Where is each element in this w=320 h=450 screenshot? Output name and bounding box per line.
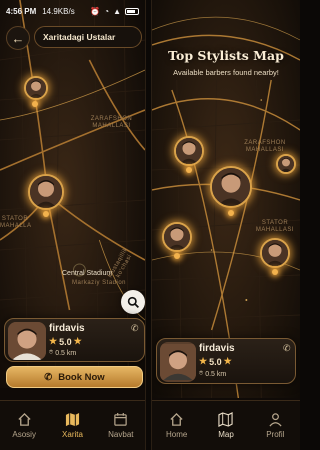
avatar: [26, 78, 46, 98]
avatar: [176, 138, 202, 164]
barber-name: firdavis: [49, 323, 85, 334]
barber-photo: [160, 342, 196, 382]
star-icon: ★: [73, 336, 82, 346]
barber-name: firdavis: [199, 343, 235, 354]
barber-pin[interactable]: [276, 154, 296, 174]
home-icon: [170, 412, 183, 426]
nav-label: Navbat: [108, 430, 134, 439]
right-screen: Top Stylists Map Available barbers found…: [151, 0, 300, 450]
bottom-nav: Home Map Profil: [152, 400, 300, 450]
star-icon: ★: [199, 356, 208, 366]
barber-pin[interactable]: [162, 222, 192, 252]
pin-marker: [186, 167, 192, 173]
map-label-district: ZARAFSHON MAHALLASI: [90, 116, 133, 129]
nav-item-home[interactable]: Home: [152, 401, 201, 450]
book-now-label: Book Now: [58, 371, 105, 383]
avatar: [278, 156, 294, 172]
arrow-left-icon: ←: [11, 30, 25, 46]
pin-marker: [43, 211, 49, 217]
avatar: [262, 240, 288, 266]
alarm-icon: ⏰: [90, 6, 101, 16]
status-bar: 4:56 PM 14.9KB/s ⏰ ◔ ▲: [0, 0, 145, 22]
map-icon: [218, 412, 234, 427]
search-icon: [127, 296, 139, 308]
phone-icon: ✆: [44, 371, 53, 383]
status-network: 14.9KB/s: [42, 6, 75, 16]
barber-card[interactable]: firdavis ★ 5.0 ★ ⌾ 0.5 km ✆: [4, 318, 145, 362]
nav-item-profil[interactable]: Profil: [251, 401, 300, 450]
pin-marker: [174, 253, 180, 259]
barber-pin-selected[interactable]: [28, 174, 64, 210]
distance-value: 0.5 km: [205, 370, 227, 378]
rating-value: 5.0: [59, 336, 72, 347]
signal-icon: ▲: [113, 6, 121, 16]
battery-icon: [125, 7, 139, 15]
phone-icon[interactable]: ✆: [131, 323, 139, 334]
barber-distance: ⌾ 0.5 km: [49, 349, 76, 357]
search-button[interactable]: [121, 290, 145, 314]
map-label-district: ZARAFSHON MAHALLASI: [244, 140, 286, 153]
barber-rating: ★ 5.0 ★: [199, 356, 232, 367]
person-icon: [269, 413, 282, 427]
nav-item-xarita[interactable]: Xarita: [48, 401, 96, 450]
left-screen: 4:56 PM 14.9KB/s ⏰ ◔ ▲ ← Xaritadagi Usta…: [0, 0, 146, 450]
book-now-button[interactable]: ✆ Book Now: [6, 366, 143, 388]
page-title: Top Stylists Map: [168, 48, 284, 63]
nav-label: Xarita: [62, 430, 83, 439]
star-icon: ★: [49, 336, 58, 346]
nav-label: Profil: [266, 430, 285, 439]
barber-rating: ★ 5.0 ★: [49, 336, 82, 347]
barber-pin[interactable]: [24, 76, 48, 100]
system-icons: ⏰ ◔ ▲: [90, 7, 139, 16]
page-subtitle: Available barbers found nearby!: [173, 68, 279, 77]
map-label-stadium: Central Stadium: [62, 270, 113, 277]
pin-marker: [32, 101, 38, 107]
nav-label: Map: [218, 430, 234, 439]
map-label-district: STATOR MAHALLA: [0, 216, 32, 229]
barber-pin[interactable]: [260, 238, 290, 268]
page-title: Xaritadagi Ustalar: [34, 26, 142, 48]
status-time: 4:56 PM: [6, 6, 37, 16]
star-icon: ★: [223, 356, 232, 366]
barber-pin[interactable]: [174, 136, 204, 166]
distance-value: 0.5 km: [55, 349, 77, 357]
location-pin-icon: ⌾: [199, 370, 204, 377]
nav-item-navbat[interactable]: Navbat: [97, 401, 145, 450]
avatar: [212, 168, 250, 206]
location-pin-icon: ⌾: [49, 349, 54, 356]
barber-photo: [8, 322, 46, 360]
home-icon: [18, 412, 31, 426]
calendar-icon: [114, 412, 128, 426]
barber-pin-selected[interactable]: [210, 166, 252, 208]
rating-value: 5.0: [209, 356, 222, 367]
barber-distance: ⌾ 0.5 km: [199, 370, 226, 378]
barber-card[interactable]: firdavis ★ 5.0 ★ ⌾ 0.5 km ✆: [156, 338, 296, 384]
nav-item-map[interactable]: Map: [201, 401, 250, 450]
avatar: [164, 224, 190, 250]
avatar: [30, 176, 62, 208]
back-button[interactable]: ←: [6, 26, 30, 50]
bottom-nav: Asosiy Xarita Navbat: [0, 400, 145, 450]
phone-icon[interactable]: ✆: [283, 343, 291, 354]
nav-item-asosiy[interactable]: Asosiy: [0, 401, 48, 450]
map-icon: [65, 412, 80, 427]
wifi-icon: ◔: [104, 6, 110, 16]
nav-label: Asosiy: [12, 430, 36, 439]
map-label-district: STATOR MAHALLASI: [255, 220, 295, 233]
pin-marker: [272, 269, 278, 275]
pin-marker: [228, 210, 234, 216]
nav-label: Home: [165, 430, 188, 439]
